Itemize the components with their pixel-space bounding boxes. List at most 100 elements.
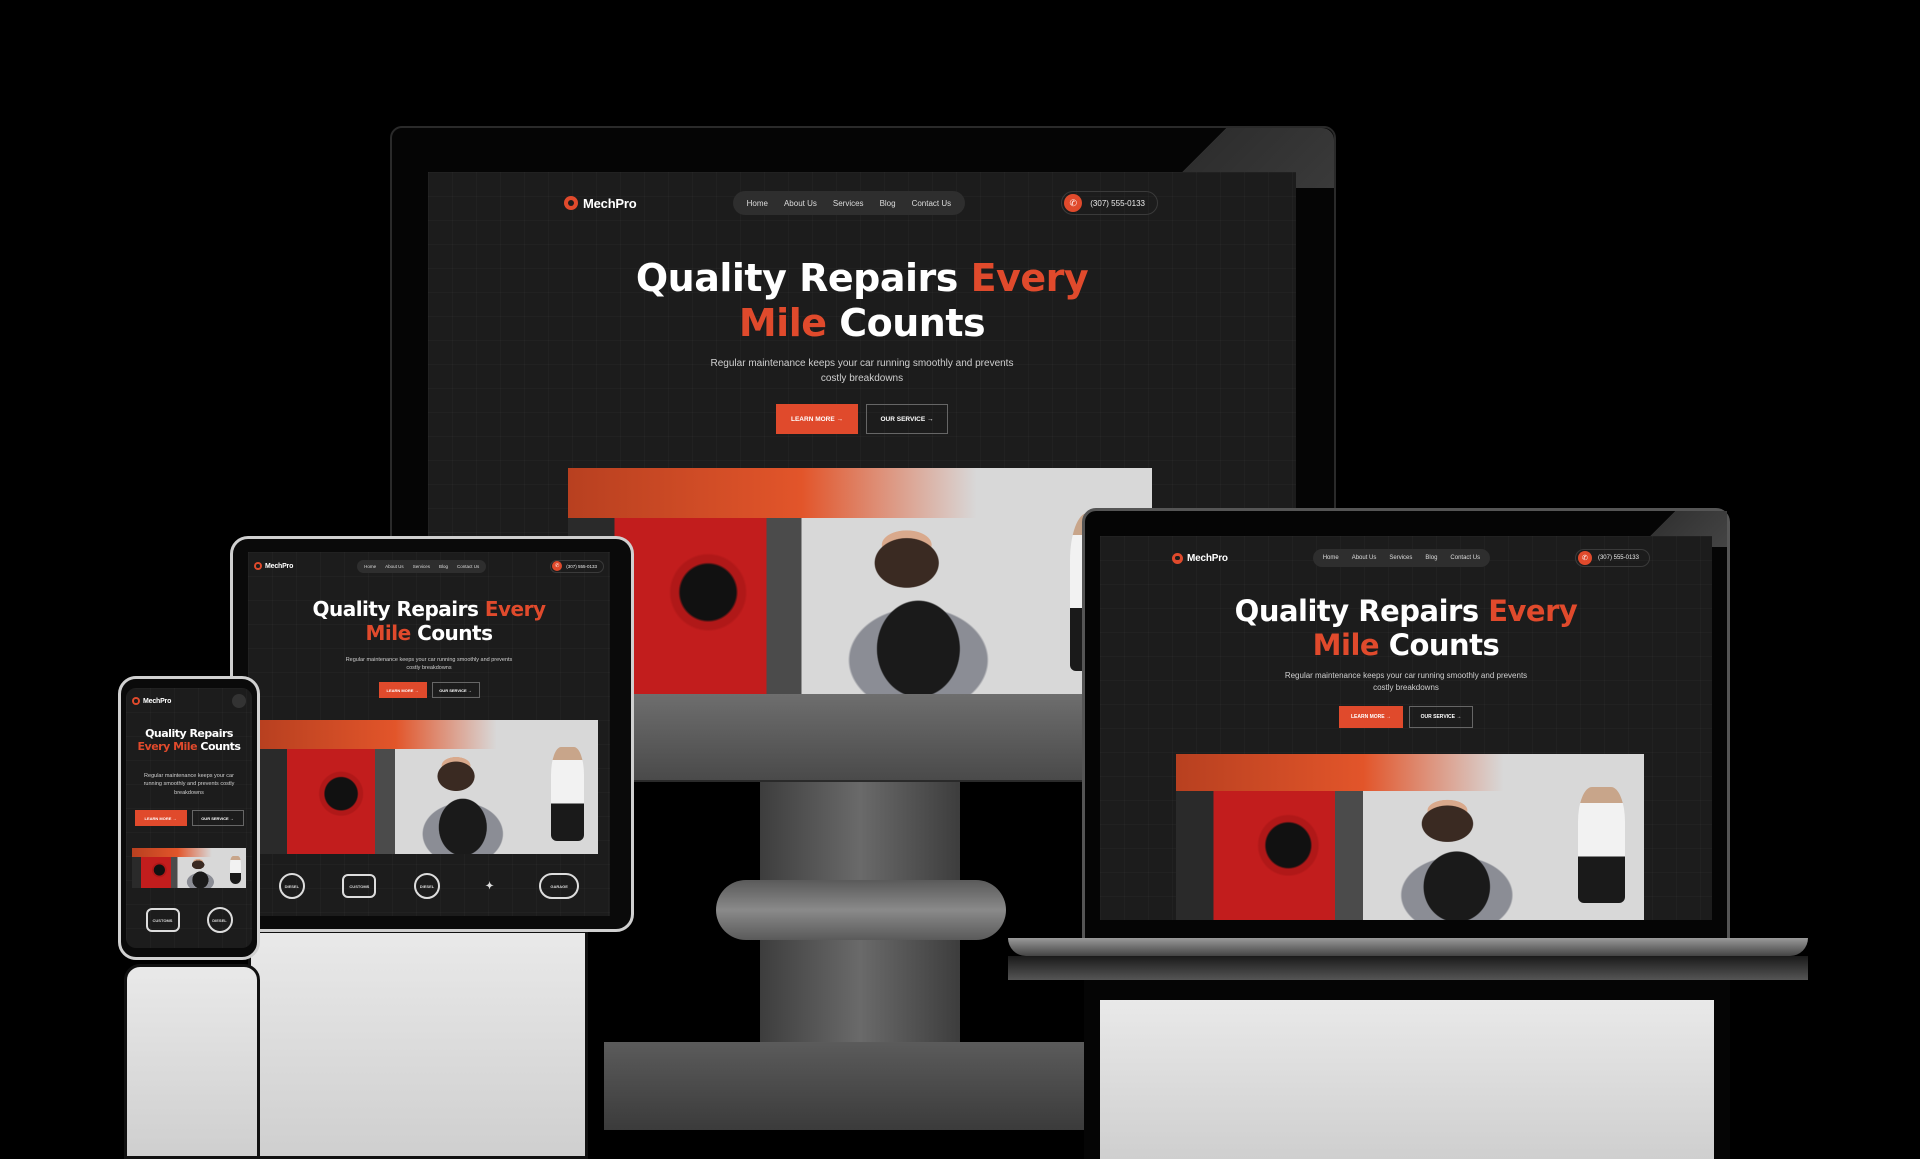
- learn-more-button[interactable]: LEARN MORE →: [378, 682, 427, 698]
- monitor-hero-title: Quality Repairs Every Mile Counts: [428, 256, 1296, 346]
- tablet-hero-photo: [260, 720, 598, 854]
- monitor-hero-subtitle: Regular maintenance keeps your car runni…: [428, 356, 1296, 386]
- phone-number: (307) 555-0133: [566, 563, 597, 569]
- laptop-base: [1008, 956, 1808, 980]
- monitor-hero-photo: [568, 468, 1152, 694]
- laptop-hinge: [1008, 938, 1808, 956]
- phone-icon: ✆: [1577, 551, 1592, 565]
- tablet-hero-buttons: LEARN MORE → OUR SERVICE →: [248, 682, 610, 698]
- title-part: Quality Repairs: [312, 597, 485, 621]
- laptop-navbar: MechPro Home About Us Services Blog Cont…: [1172, 548, 1650, 568]
- nav-home[interactable]: Home: [1323, 555, 1339, 561]
- nav-about[interactable]: About Us: [784, 199, 817, 208]
- title-highlight: Mile: [1312, 628, 1380, 663]
- nav-contact[interactable]: Contact Us: [457, 564, 479, 569]
- phone-partner-logos: CUSTOMS DIESEL: [132, 904, 246, 936]
- partner-logo: DIESEL: [278, 873, 305, 899]
- title-part: Counts: [197, 739, 241, 753]
- logo-text: MechPro: [265, 562, 294, 570]
- partner-logo: DIESEL: [206, 907, 233, 933]
- our-service-button[interactable]: OUR SERVICE →: [1409, 706, 1473, 728]
- phone-icon: ✆: [1064, 194, 1083, 212]
- phone-logo[interactable]: MechPro: [132, 697, 171, 705]
- title-part: Counts: [410, 620, 493, 645]
- tablet-hero-title: Quality Repairs Every Mile Counts: [248, 597, 610, 645]
- logo-text: MechPro: [583, 195, 637, 211]
- nav-blog[interactable]: Blog: [439, 564, 448, 569]
- title-highlight: Every Mile: [137, 739, 198, 753]
- partner-logo: CUSTOMS: [342, 874, 377, 898]
- subtitle-line: Regular maintenance keeps your car runni…: [1284, 671, 1528, 680]
- phone-stand: [124, 964, 260, 1159]
- partner-logo: GARAGE: [539, 873, 580, 899]
- learn-more-button[interactable]: LEARN MORE →: [1339, 706, 1403, 728]
- laptop-hero-buttons: LEARN MORE → OUR SERVICE →: [1100, 706, 1712, 728]
- logo-icon: [132, 697, 140, 705]
- phone-icon: ✆: [552, 561, 563, 571]
- laptop-phone[interactable]: ✆ (307) 555-0133: [1574, 549, 1650, 567]
- nav-home[interactable]: Home: [747, 199, 768, 208]
- title-highlight: Every: [1488, 594, 1578, 628]
- title-part: Counts: [826, 300, 986, 345]
- title-highlight: Mile: [365, 620, 411, 645]
- logo-text: MechPro: [1187, 552, 1228, 564]
- nav-home[interactable]: Home: [364, 564, 376, 569]
- monitor-phone[interactable]: ✆ (307) 555-0133: [1061, 191, 1158, 215]
- tablet-hero-subtitle: Regular maintenance keeps your car runni…: [248, 656, 610, 673]
- phone-hero-buttons: LEARN MORE → OUR SERVICE →: [126, 810, 252, 826]
- phone-hero-title: Quality Repairs Every Mile Counts: [126, 727, 252, 754]
- tablet-navbar: MechPro Home About Us Services Blog Cont…: [254, 558, 604, 574]
- subtitle-line: Regular maintenance keeps your car runni…: [345, 657, 513, 663]
- monitor-neck-joint: [716, 880, 1006, 940]
- nav-contact[interactable]: Contact Us: [912, 199, 952, 208]
- subtitle-line: costly breakdowns: [1373, 683, 1439, 692]
- laptop-menu: Home About Us Services Blog Contact Us: [1312, 549, 1491, 567]
- subtitle-line: costly breakdowns: [406, 665, 452, 672]
- phone-hero-subtitle: Regular maintenance keeps your car runni…: [143, 773, 235, 796]
- tablet-menu: Home About Us Services Blog Contact Us: [357, 559, 487, 573]
- monitor-menu: Home About Us Services Blog Contact Us: [732, 191, 966, 215]
- partner-logo: ✦: [485, 880, 494, 892]
- tablet-phone[interactable]: ✆ (307) 555-0133: [550, 559, 604, 573]
- monitor-base: [604, 1042, 1124, 1130]
- partner-logo: DIESEL: [413, 873, 440, 899]
- monitor-navbar: MechPro Home About Us Services Blog Cont…: [564, 190, 1158, 216]
- title-part: Counts: [1379, 628, 1500, 663]
- logo-icon: [254, 562, 262, 570]
- learn-more-button[interactable]: LEARN MORE →: [134, 810, 187, 826]
- laptop-lower-panel: [1100, 1000, 1714, 1159]
- tablet-stand: [248, 930, 588, 1159]
- learn-more-button[interactable]: LEARN MORE →: [776, 404, 858, 434]
- nav-blog[interactable]: Blog: [880, 199, 896, 208]
- menu-toggle-icon[interactable]: [232, 694, 246, 708]
- monitor-logo[interactable]: MechPro: [564, 196, 637, 211]
- nav-contact[interactable]: Contact Us: [1450, 555, 1480, 561]
- phone-number: (307) 555-0133: [1597, 555, 1639, 561]
- phone-screen: MechPro Quality Repairs Every Mile Count…: [126, 688, 252, 948]
- nav-about[interactable]: About Us: [1352, 555, 1377, 561]
- laptop-screen: MechPro Home About Us Services Blog Cont…: [1100, 536, 1712, 920]
- nav-blog[interactable]: Blog: [1425, 555, 1437, 561]
- logo-icon: [1172, 552, 1183, 564]
- tablet-partner-logos: DIESEL CUSTOMS DIESEL ✦ GARAGE: [260, 868, 598, 904]
- subtitle-line: Regular maintenance keeps your car runni…: [710, 358, 1014, 369]
- title-part: Quality Repairs: [635, 256, 971, 300]
- tablet-logo[interactable]: MechPro: [254, 562, 293, 570]
- nav-about[interactable]: About Us: [385, 564, 404, 569]
- laptop-logo[interactable]: MechPro: [1172, 552, 1228, 564]
- nav-services[interactable]: Services: [833, 199, 864, 208]
- our-service-button[interactable]: OUR SERVICE →: [431, 682, 480, 698]
- our-service-button[interactable]: OUR SERVICE →: [191, 810, 244, 826]
- title-highlight: Every: [970, 256, 1089, 300]
- nav-services[interactable]: Services: [1389, 555, 1412, 561]
- title-highlight: Mile: [738, 300, 827, 345]
- our-service-button[interactable]: OUR SERVICE →: [866, 404, 948, 434]
- tablet-screen: MechPro Home About Us Services Blog Cont…: [248, 552, 610, 916]
- laptop-hero-photo: [1176, 754, 1644, 920]
- nav-services[interactable]: Services: [413, 564, 430, 569]
- laptop-hero-title: Quality Repairs Every Mile Counts: [1100, 594, 1712, 662]
- partner-logo: CUSTOMS: [145, 908, 180, 932]
- title-part: Quality Repairs: [1234, 594, 1489, 628]
- laptop-hero-subtitle: Regular maintenance keeps your car runni…: [1100, 670, 1712, 694]
- title-highlight: Every: [484, 597, 546, 621]
